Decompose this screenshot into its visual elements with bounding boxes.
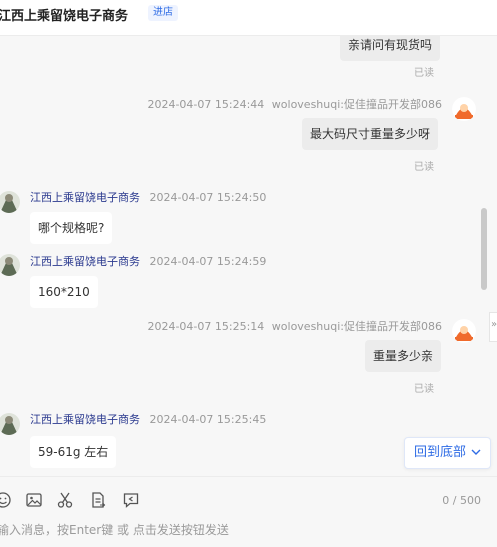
chat-scrollbar[interactable]	[481, 208, 487, 290]
message-sender: 江西上乘留饶电子商务	[30, 191, 140, 204]
message-meta: 江西上乘留饶电子商务 2024-04-07 15:25:45	[30, 411, 266, 427]
seller-avatar[interactable]	[0, 413, 20, 435]
message-time: 2024-04-07 15:25:45	[149, 413, 267, 426]
message-bubble-self: 重量多少亲	[365, 340, 442, 372]
double-chevron-icon[interactable]: »	[491, 319, 497, 330]
message-time: 2024-04-07 15:24:59	[149, 255, 267, 268]
message-bubble-other: 59-61g 左右	[30, 436, 117, 468]
message-meta: 江西上乘留饶电子商务 2024-04-07 15:24:50	[30, 189, 266, 205]
message-bubble-self: 最大码尺寸重量多少呀	[302, 118, 439, 150]
image-icon[interactable]	[25, 491, 43, 509]
message-time: 2024-04-07 15:24:50	[149, 191, 267, 204]
message-bubble-self: 亲请问有现货吗	[340, 36, 441, 61]
seller-avatar[interactable]	[0, 254, 20, 276]
buyer-avatar[interactable]	[452, 319, 476, 343]
message-meta: 2024-04-07 15:25:14 woloveshuqi:促佳撞品开发部0…	[147, 318, 442, 334]
read-status: 已读	[414, 162, 434, 173]
read-status: 已读	[414, 384, 434, 395]
char-counter: 0 / 500	[442, 494, 481, 507]
message-bubble-other: 160*210	[30, 276, 98, 308]
message-meta: 2024-04-07 15:24:44 woloveshuqi:促佳撞品开发部0…	[147, 96, 442, 112]
chat-header: 江西上乘留饶电子商务 进店	[0, 0, 497, 36]
scissors-icon[interactable]	[56, 491, 74, 509]
document-icon[interactable]	[89, 491, 107, 509]
enter-shop-button[interactable]: 进店	[148, 5, 178, 21]
back-to-bottom-label: 回到底部	[414, 445, 467, 460]
message-input[interactable]: 输入消息，按Enter键 或 点击发送按钮发送	[0, 521, 229, 538]
message-bubble-other: 哪个规格呢?	[30, 212, 113, 244]
message-sender: 江西上乘留饶电子商务	[30, 413, 140, 426]
quick-reply-icon[interactable]	[122, 491, 140, 509]
back-to-bottom-button[interactable]: 回到底部	[404, 437, 491, 469]
read-status: 已读	[414, 68, 434, 79]
message-time: 2024-04-07 15:24:44	[147, 98, 265, 111]
message-sender: woloveshuqi:促佳撞品开发部086	[271, 98, 442, 111]
seller-avatar[interactable]	[0, 191, 20, 213]
chevron-down-icon	[471, 438, 481, 480]
message-list[interactable]: 亲请问有现货吗 已读 2024-04-07 15:24:44 woloveshu…	[0, 36, 497, 476]
buyer-avatar[interactable]	[452, 97, 476, 121]
emoji-icon[interactable]	[0, 491, 12, 509]
composer: 0 / 500 输入消息，按Enter键 或 点击发送按钮发送	[0, 476, 497, 547]
message-sender: 江西上乘留饶电子商务	[30, 255, 140, 268]
shop-name: 江西上乘留饶电子商务	[0, 9, 129, 24]
message-time: 2024-04-07 15:25:14	[147, 320, 265, 333]
message-meta: 江西上乘留饶电子商务 2024-04-07 15:24:59	[30, 253, 266, 269]
message-sender: woloveshuqi:促佳撞品开发部086	[271, 320, 442, 333]
